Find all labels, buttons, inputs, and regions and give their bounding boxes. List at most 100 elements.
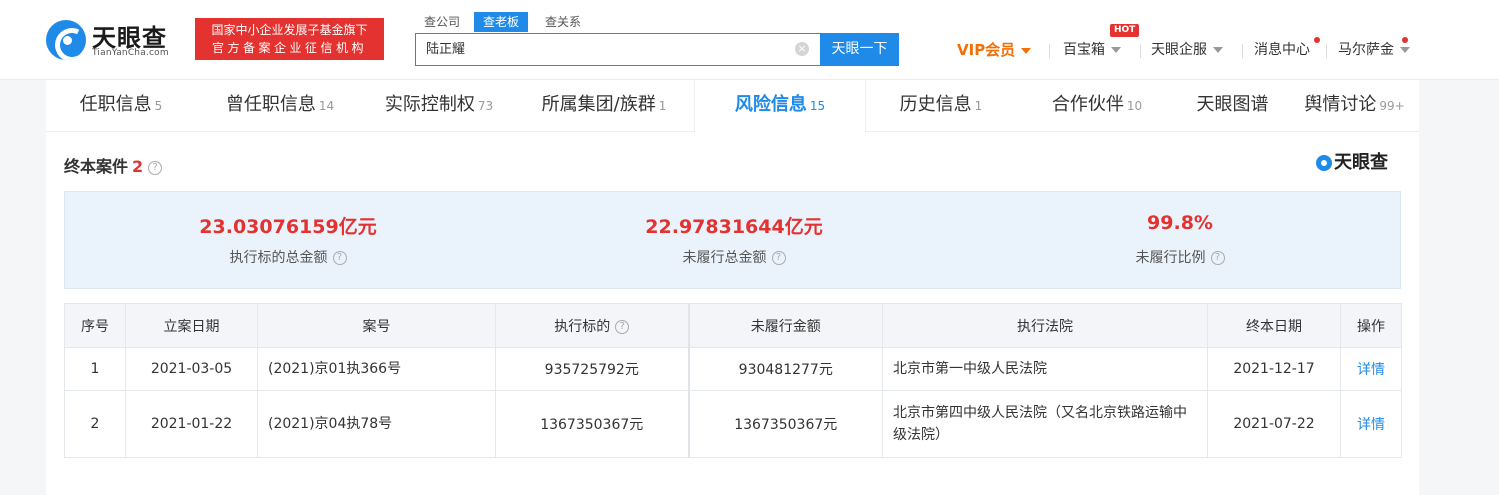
cell-action: 详情 bbox=[1340, 347, 1402, 391]
stat-label-text: 未履行总金额 bbox=[682, 250, 767, 266]
nav-messages-label: 消息中心 bbox=[1254, 42, 1310, 58]
nav-messages[interactable]: 消息中心 bbox=[1254, 40, 1310, 60]
tab-discussion[interactable]: 舆情讨论 99+ bbox=[1290, 80, 1419, 132]
table-row: 1 2021-03-05 (2021)京01执366号 935725792元 9… bbox=[64, 347, 1402, 391]
cell-no: 1 bbox=[64, 347, 126, 391]
search-tab-boss[interactable]: 查老板 bbox=[474, 12, 529, 32]
cell-end-date: 2021-12-17 bbox=[1207, 347, 1341, 391]
help-icon[interactable]: ? bbox=[1210, 251, 1225, 265]
tab-label: 曾任职信息 bbox=[225, 94, 316, 115]
stat-label-text: 未履行比例 bbox=[1135, 250, 1206, 266]
cell-court: 北京市第四中级人民法院（又名北京铁路运输中级法院） bbox=[882, 390, 1208, 458]
cell-unpaid: 1367350367元 bbox=[687, 390, 883, 458]
hot-badge: HOT bbox=[1110, 24, 1140, 37]
nav-toolbox[interactable]: 百宝箱 bbox=[1063, 40, 1121, 60]
tab-group[interactable]: 所属集团/族群 1 bbox=[514, 80, 694, 132]
nav-divider bbox=[1242, 44, 1243, 58]
nav-vip-label: VIP会员 bbox=[957, 41, 1016, 59]
cell-case: (2021)京01执366号 bbox=[257, 347, 496, 391]
col-header-case: 案号 bbox=[257, 303, 496, 348]
nav-enterprise-label: 天眼企服 bbox=[1151, 42, 1207, 58]
cell-case: (2021)京04执78号 bbox=[257, 390, 496, 458]
tab-risk[interactable]: 风险信息 15 bbox=[694, 80, 866, 133]
top-header: 天眼查 TianYanCha.com 国家中小企业发展子基金旗下 官方备案企业征… bbox=[0, 0, 1499, 80]
col-header-unpaid: 未履行金额 bbox=[687, 303, 883, 348]
tab-label: 历史信息 bbox=[899, 94, 972, 115]
nav-divider bbox=[1326, 44, 1327, 58]
notification-dot-icon bbox=[1314, 37, 1320, 43]
badge-line-1: 国家中小企业发展子基金旗下 bbox=[211, 23, 368, 37]
col-header-no: 序号 bbox=[64, 303, 126, 348]
nav-user[interactable]: 马尔萨金 bbox=[1338, 40, 1410, 60]
search-tab-company[interactable]: 查公司 bbox=[415, 12, 469, 32]
clear-icon[interactable]: × bbox=[795, 42, 809, 56]
tab-count: 99+ bbox=[1379, 99, 1405, 113]
official-badge[interactable]: 国家中小企业发展子基金旗下 官方备案企业征信机构 bbox=[195, 18, 384, 60]
summary-stats: 23.03076159亿元 执行标的总金额? 22.97831644亿元 未履行… bbox=[64, 191, 1401, 289]
person-detail-card: 任职信息 5 曾任职信息 14 实际控制权 73 所属集团/族群 1 风险信息 15 历史… bbox=[46, 80, 1419, 495]
tab-count: 5 bbox=[154, 99, 163, 113]
cell-unpaid: 930481277元 bbox=[687, 347, 883, 391]
details-link[interactable]: 详情 bbox=[1357, 417, 1385, 433]
caret-down-icon bbox=[1213, 47, 1223, 53]
tab-label: 天眼图谱 bbox=[1196, 94, 1269, 115]
cell-target: 935725792元 bbox=[495, 347, 689, 391]
stat-value: 22.97831644亿元 bbox=[645, 216, 823, 238]
stat-value: 99.8% bbox=[1147, 212, 1213, 234]
col-header-court: 执行法院 bbox=[882, 303, 1208, 348]
tab-partners[interactable]: 合作伙伴 10 bbox=[1016, 80, 1178, 132]
stat-label: 未履行比例? bbox=[957, 247, 1403, 267]
search-input[interactable]: 陆正耀 bbox=[415, 33, 820, 66]
tab-control[interactable]: 实际控制权 73 bbox=[364, 80, 514, 132]
tab-count: 1 bbox=[658, 99, 667, 113]
cell-end-date: 2021-07-22 bbox=[1207, 390, 1341, 458]
notification-dot-icon bbox=[1402, 37, 1408, 43]
tab-employment[interactable]: 任职信息 5 bbox=[46, 80, 196, 132]
nav-divider bbox=[1140, 44, 1141, 58]
tab-graph[interactable]: 天眼图谱 bbox=[1178, 80, 1290, 132]
cell-date: 2021-01-22 bbox=[125, 390, 258, 458]
details-link[interactable]: 详情 bbox=[1357, 362, 1385, 378]
tab-label: 所属集团/族群 bbox=[541, 94, 656, 115]
stat-label: 未履行总金额? bbox=[511, 247, 957, 267]
cell-court: 北京市第一中级人民法院 bbox=[882, 347, 1208, 391]
search-button[interactable]: 天眼一下 bbox=[820, 33, 899, 66]
col-header-target: 执行标的? bbox=[495, 303, 689, 348]
help-icon[interactable]: ? bbox=[615, 319, 630, 334]
cell-date: 2021-03-05 bbox=[125, 347, 258, 391]
logo-mark-icon bbox=[46, 20, 86, 60]
search-tab-relation[interactable]: 查关系 bbox=[536, 12, 590, 32]
stat-value: 23.03076159亿元 bbox=[199, 216, 377, 238]
table-row: 2 2021-01-22 (2021)京04执78号 1367350367元 1… bbox=[64, 390, 1402, 458]
nav-vip[interactable]: VIP会员 bbox=[957, 40, 1032, 60]
help-icon[interactable]: ? bbox=[771, 251, 786, 265]
section-title: 终本案件 2? bbox=[64, 153, 163, 177]
tab-former-employment[interactable]: 曾任职信息 14 bbox=[196, 80, 364, 132]
help-icon[interactable]: ? bbox=[148, 160, 163, 175]
tab-label: 舆情讨论 bbox=[1304, 94, 1377, 115]
nav-user-label: 马尔萨金 bbox=[1338, 42, 1394, 58]
caret-down-icon bbox=[1021, 47, 1032, 54]
cell-action: 详情 bbox=[1340, 390, 1402, 458]
tab-count: 14 bbox=[318, 99, 335, 113]
nav-divider bbox=[1049, 44, 1050, 58]
tianyancha-logo[interactable]: 天眼查 TianYanCha.com bbox=[46, 18, 186, 62]
stat-label-text: 执行标的总金额 bbox=[229, 250, 328, 266]
cell-target: 1367350367元 bbox=[495, 390, 689, 458]
stat-label: 执行标的总金额? bbox=[65, 247, 511, 267]
tab-count: 15 bbox=[809, 99, 826, 113]
tab-label: 风险信息 bbox=[734, 94, 807, 115]
info-tabs: 任职信息 5 曾任职信息 14 实际控制权 73 所属集团/族群 1 风险信息 15 历史… bbox=[46, 80, 1419, 133]
table-header-row: 序号 立案日期 案号 执行标的? 未履行金额 执行法院 终本日期 操作 bbox=[64, 303, 1402, 348]
cell-no: 2 bbox=[64, 390, 126, 458]
col-header-target-text: 执行标的 bbox=[554, 318, 611, 335]
col-header-end-date: 终本日期 bbox=[1207, 303, 1341, 348]
section-title-text: 终本案件 bbox=[64, 157, 129, 176]
caret-down-icon bbox=[1400, 47, 1410, 53]
help-icon[interactable]: ? bbox=[332, 251, 347, 265]
tab-history[interactable]: 历史信息 1 bbox=[866, 80, 1016, 132]
nav-enterprise[interactable]: 天眼企服 bbox=[1151, 40, 1223, 60]
logo-subtext: TianYanCha.com bbox=[92, 48, 169, 58]
section-count: 2 bbox=[132, 157, 144, 176]
badge-line-2: 官方备案企业征信机构 bbox=[211, 41, 367, 55]
